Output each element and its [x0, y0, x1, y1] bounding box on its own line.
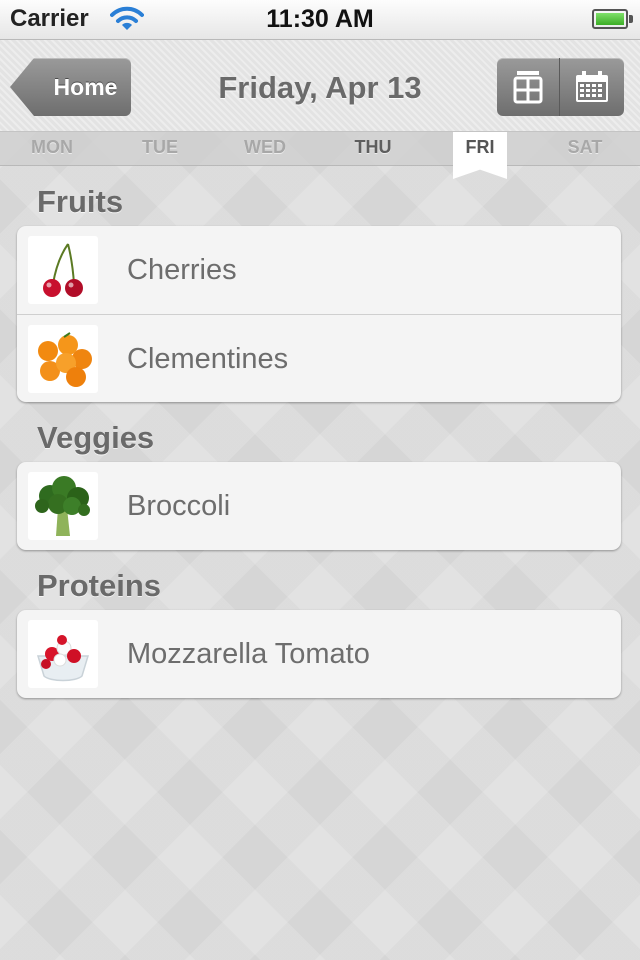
home-back-button[interactable]: Home — [10, 58, 131, 116]
day-tab-fri-label: FRI — [465, 137, 495, 157]
mozzarella-tomato-icon — [36, 635, 90, 682]
grid-view-button[interactable] — [497, 58, 560, 116]
page-title: Friday, Apr 13 — [218, 70, 422, 105]
clementines-icon — [38, 332, 92, 387]
list-item-mozzarella-tomato[interactable]: Mozzarella Tomato — [17, 610, 621, 698]
battery-icon — [592, 9, 628, 29]
day-selector: MON TUE WED THU SAT — [0, 132, 640, 166]
section-header-fruits: Fruits — [37, 184, 124, 219]
item-label: Broccoli — [127, 490, 231, 522]
cherries-icon — [43, 243, 83, 297]
calendar-icon — [576, 71, 608, 102]
clementines-thumbnail — [28, 325, 98, 393]
status-time: 11:30 AM — [266, 5, 374, 33]
fruits-list: Cherries Clementines — [17, 226, 621, 402]
list-item-cherries[interactable]: Cherries — [17, 226, 621, 314]
cherries-thumbnail — [28, 236, 98, 304]
item-label: Clementines — [127, 343, 289, 375]
list-item-broccoli[interactable]: Broccoli — [17, 462, 621, 550]
day-tab-sat[interactable]: SAT — [545, 132, 625, 162]
battery-tip — [629, 15, 633, 23]
day-tab-wed[interactable]: WED — [225, 132, 305, 162]
grid-view-icon — [513, 71, 543, 104]
section-header-proteins: Proteins — [37, 568, 162, 603]
mozzarella-tomato-thumbnail — [28, 620, 98, 688]
home-button-label: Home — [53, 74, 118, 100]
day-tab-thu[interactable]: THU — [333, 132, 413, 162]
broccoli-thumbnail — [28, 472, 98, 540]
item-label: Cherries — [127, 254, 237, 286]
item-label: Mozzarella Tomato — [127, 638, 370, 670]
broccoli-icon — [35, 476, 90, 536]
navigation-bar: Home Friday, Apr 13 — [0, 40, 640, 132]
proteins-list: Mozzarella Tomato — [17, 610, 621, 698]
veggies-list: Broccoli — [17, 462, 621, 550]
calendar-button[interactable] — [560, 58, 624, 116]
section-header-veggies: Veggies — [37, 420, 155, 455]
day-tab-fri-selected[interactable]: FRI — [453, 132, 507, 179]
day-tab-tue[interactable]: TUE — [120, 132, 200, 162]
list-item-clementines[interactable]: Clementines — [17, 314, 621, 402]
day-tab-mon[interactable]: MON — [12, 132, 92, 162]
status-bar: Carrier 11:30 AM — [0, 0, 640, 40]
